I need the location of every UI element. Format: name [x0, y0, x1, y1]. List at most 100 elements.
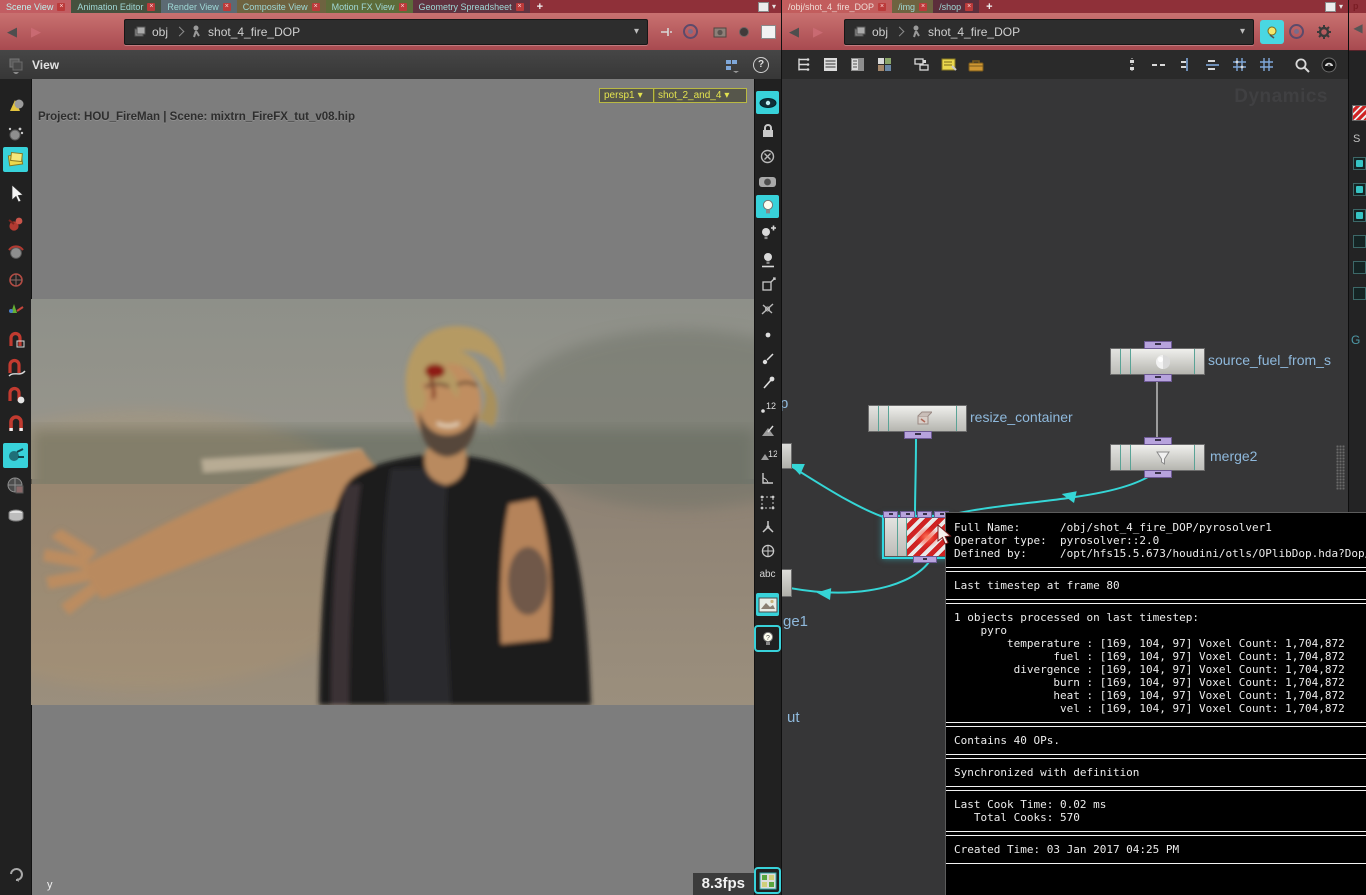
- param-toggle[interactable]: [1353, 261, 1366, 274]
- input-connector[interactable]: [917, 511, 932, 518]
- input-connector[interactable]: [1144, 341, 1172, 349]
- prim-normals-icon[interactable]: [756, 419, 779, 442]
- list-view-icon[interactable]: [817, 54, 844, 76]
- camera-menu-button[interactable]: persp1▾: [599, 88, 655, 103]
- path-field[interactable]: obj shot_4_fire_DOP ▾: [844, 19, 1254, 45]
- camera-lens-icon[interactable]: [756, 169, 779, 192]
- transform-handles-icon[interactable]: [756, 273, 779, 296]
- new-tab-button[interactable]: +: [530, 0, 550, 13]
- tree-view-icon[interactable]: [790, 54, 817, 76]
- scale-tool-icon[interactable]: [3, 267, 28, 292]
- output-connector[interactable]: [1144, 374, 1172, 382]
- help-icon[interactable]: ?: [753, 57, 769, 73]
- radial-menu-icon[interactable]: [678, 20, 702, 44]
- node-resize-container[interactable]: [868, 405, 967, 432]
- close-icon[interactable]: ×: [223, 3, 231, 11]
- pose-tool-icon[interactable]: [3, 443, 28, 468]
- link-pin-icon[interactable]: [654, 20, 678, 44]
- close-icon[interactable]: ×: [878, 3, 886, 11]
- add-light-icon[interactable]: [756, 221, 779, 244]
- point-normals-icon[interactable]: [756, 347, 779, 370]
- tab-render-view[interactable]: Render View×: [161, 0, 236, 13]
- input-connector[interactable]: [883, 511, 898, 518]
- move-tool-icon[interactable]: [3, 211, 28, 236]
- text-overlay-icon[interactable]: abc: [756, 563, 779, 586]
- particles-tool-icon[interactable]: [3, 121, 28, 146]
- path-dropdown-icon[interactable]: ▾: [634, 26, 639, 37]
- snapshot-icon[interactable]: [708, 20, 732, 44]
- display-options-grid-icon[interactable]: [756, 869, 779, 892]
- node-source-fuel[interactable]: [1110, 348, 1205, 375]
- toolbox-icon[interactable]: [962, 54, 989, 76]
- pane-menu-icon[interactable]: ▾: [772, 2, 776, 11]
- forward-button[interactable]: ▶: [24, 24, 48, 40]
- objects-tool-icon[interactable]: [3, 93, 28, 118]
- param-toggle[interactable]: [1353, 183, 1366, 196]
- path-dropdown-icon[interactable]: ▾: [1240, 26, 1245, 37]
- handles-tool-icon[interactable]: [3, 295, 28, 320]
- close-icon[interactable]: ×: [965, 3, 973, 11]
- visualizer-icon[interactable]: [756, 539, 779, 562]
- path-field[interactable]: obj shot_4_fire_DOP ▾: [124, 19, 648, 45]
- output-connector[interactable]: [1144, 470, 1172, 478]
- layers-tool-icon[interactable]: [3, 147, 28, 172]
- headlight-icon[interactable]: [756, 247, 779, 270]
- recook-swirl-icon[interactable]: [3, 861, 28, 886]
- gear-icon[interactable]: [1312, 20, 1336, 44]
- pane-window-controls[interactable]: ▾: [1325, 0, 1348, 13]
- hud-circle-icon[interactable]: [732, 20, 756, 44]
- align-vertical-icon[interactable]: [1172, 54, 1199, 76]
- radial-menu-icon[interactable]: [1284, 20, 1308, 44]
- back-button[interactable]: ◀: [782, 24, 806, 40]
- param-toggle[interactable]: [1353, 209, 1366, 222]
- output-connector[interactable]: [913, 556, 937, 563]
- hints-bulb-icon[interactable]: ?: [756, 627, 779, 650]
- node-merge2[interactable]: [1110, 444, 1205, 471]
- pin-disable-icon[interactable]: [756, 145, 779, 168]
- lights-icon[interactable]: [756, 195, 779, 218]
- output-connector[interactable]: [904, 431, 932, 439]
- snap-point-magnet-icon[interactable]: [3, 383, 28, 408]
- magnifier-icon[interactable]: [1288, 54, 1315, 76]
- point-numbers-icon[interactable]: 12: [756, 395, 779, 418]
- view-mask-icon[interactable]: [3, 473, 28, 498]
- pane-tab-icon[interactable]: [8, 56, 24, 74]
- viewport-canvas[interactable]: Project: HOU_FireMan | Scene: mixtrn_Fir…: [31, 79, 755, 895]
- tab-shop[interactable]: /shop×: [933, 0, 979, 13]
- connector-style-icon[interactable]: [1118, 54, 1145, 76]
- tab-scene-view[interactable]: Scene View×: [0, 0, 71, 13]
- input-connector[interactable]: [1144, 437, 1172, 445]
- close-icon[interactable]: ×: [312, 3, 320, 11]
- spokes-icon[interactable]: [756, 515, 779, 538]
- tab-animation-editor[interactable]: Animation Editor×: [71, 0, 161, 13]
- dashed-wires-icon[interactable]: [1145, 54, 1172, 76]
- clipped-node[interactable]: [782, 443, 792, 469]
- param-toggle[interactable]: [1353, 235, 1366, 248]
- snap-curve-magnet-icon[interactable]: [3, 355, 28, 380]
- node-flag[interactable]: [879, 406, 889, 431]
- back-button[interactable]: ◀: [0, 24, 24, 40]
- clipped-node[interactable]: [782, 569, 792, 597]
- points-display-icon[interactable]: [756, 323, 779, 346]
- white-frame-icon[interactable]: [756, 20, 780, 44]
- align-horizontal-icon[interactable]: [1199, 54, 1226, 76]
- snap-box-magnet-icon[interactable]: [3, 327, 28, 352]
- node-flag[interactable]: [1121, 445, 1131, 470]
- point-trails-icon[interactable]: [756, 371, 779, 394]
- snap-magnet-icon[interactable]: [3, 411, 28, 436]
- close-icon[interactable]: ×: [57, 3, 65, 11]
- node-flag[interactable]: [1194, 349, 1204, 374]
- maximize-icon[interactable]: [758, 2, 769, 12]
- tab-motion-fx-view[interactable]: Motion FX View×: [326, 0, 413, 13]
- close-icon[interactable]: ×: [147, 3, 155, 11]
- grid-view-icon[interactable]: [871, 54, 898, 76]
- maximize-icon[interactable]: [1325, 2, 1336, 12]
- detail-view-icon[interactable]: [844, 54, 871, 76]
- close-icon[interactable]: ×: [919, 3, 927, 11]
- param-toggle[interactable]: [1353, 157, 1366, 170]
- node-flag[interactable]: [1194, 445, 1204, 470]
- clipped-tab[interactable]: p: [1349, 0, 1366, 13]
- error-badge-icon[interactable]: [1352, 105, 1366, 121]
- rotate-tool-icon[interactable]: [3, 239, 28, 264]
- shear-tool-icon[interactable]: [756, 297, 779, 320]
